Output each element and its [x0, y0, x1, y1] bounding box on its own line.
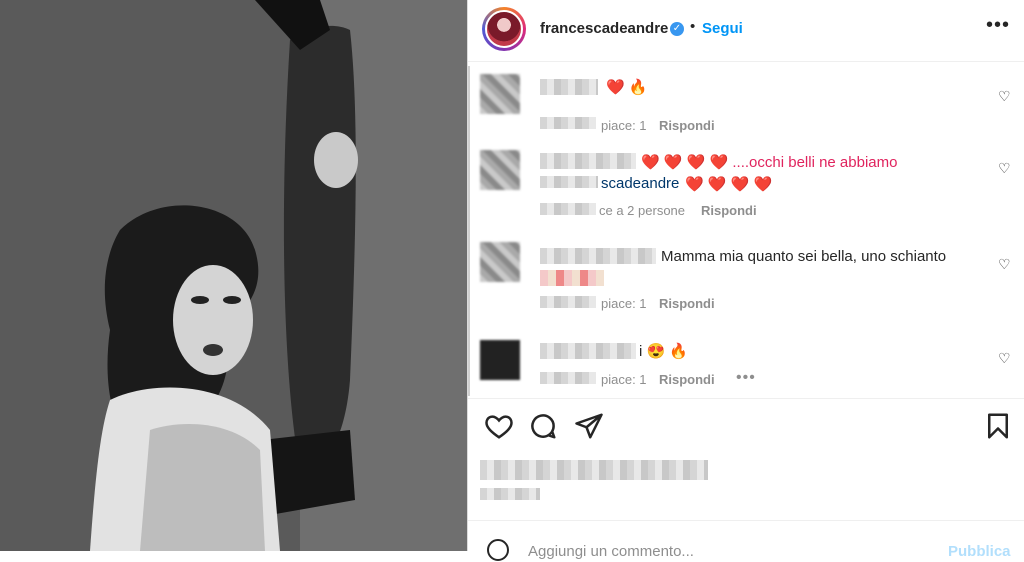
comments-list[interactable]: ❤️ 🔥 piace: 1 Rispondi ♡ ❤️ ❤️ ❤️ ❤️ ...… [468, 62, 1024, 398]
comment-text: ❤️ 🔥 [606, 79, 648, 96]
comment-likes[interactable]: piace: 1 [601, 372, 647, 387]
blurred-timestamp [540, 296, 596, 308]
comment-like-icon[interactable]: ♡ [998, 256, 1011, 273]
post-photo [0, 0, 467, 551]
save-icon[interactable] [983, 411, 1013, 441]
reply-button[interactable]: Rispondi [659, 118, 715, 133]
comment-icon[interactable] [528, 411, 558, 441]
more-options-icon[interactable]: ••• [986, 14, 1010, 37]
comment-more-icon[interactable]: ••• [736, 369, 756, 387]
follow-button[interactable]: Segui [702, 20, 743, 37]
post-side-panel: francescadeandre ✓ • Segui ••• ❤️ 🔥 piac… [467, 0, 1024, 561]
profile-avatar[interactable] [482, 7, 526, 51]
comment-like-icon[interactable]: ♡ [998, 160, 1011, 177]
comment-emoji: ❤️ ❤️ ❤️ ❤️ ....occhi belli ne abbiamo [641, 154, 898, 171]
comment-avatar[interactable] [480, 150, 520, 190]
blurred-timestamp [540, 203, 596, 215]
blurred-timestamp [540, 117, 596, 129]
comment-like-icon[interactable]: ♡ [998, 350, 1011, 367]
comment-like-icon[interactable]: ♡ [998, 88, 1011, 105]
post-header: francescadeandre ✓ • Segui ••• [468, 0, 1024, 62]
comment-likes[interactable]: piace: 1 [601, 118, 647, 133]
comment-mention[interactable]: scadeandre [601, 175, 679, 192]
comment-text: Mamma mia quanto sei bella, uno schianto [661, 248, 947, 265]
blurred-emoji [540, 270, 604, 286]
profile-username[interactable]: francescadeandre [540, 20, 668, 37]
separator-dot: • [690, 18, 696, 35]
blurred-username [540, 79, 598, 95]
blurred-mention [540, 176, 598, 188]
add-comment-bar: Aggiungi un commento... Pubblica [468, 520, 1024, 561]
like-icon[interactable] [484, 411, 514, 441]
comment-avatar[interactable] [480, 242, 520, 282]
verified-badge-icon: ✓ [670, 22, 684, 36]
reply-button[interactable]: Rispondi [659, 296, 715, 311]
comment-text: i 😍 🔥 [639, 343, 689, 360]
reply-button[interactable]: Rispondi [659, 372, 715, 387]
comment-likes[interactable]: piace: 1 [601, 296, 647, 311]
blurred-username [540, 343, 636, 359]
blurred-date [480, 488, 540, 500]
blurred-timestamp [540, 372, 596, 384]
blurred-username [540, 153, 636, 169]
comment-avatar[interactable] [480, 340, 520, 380]
blurred-username [540, 248, 656, 264]
emoji-picker-icon[interactable] [486, 538, 510, 562]
blurred-likes [480, 460, 708, 480]
comment-emoji: ❤️ ❤️ ❤️ ❤️ [685, 176, 773, 193]
add-comment-input[interactable]: Aggiungi un commento... [528, 543, 694, 560]
reply-button[interactable]: Rispondi [701, 203, 757, 218]
comment-text: ❤️ ❤️ ❤️ ❤️ ....occhi belli ne abbiamo [641, 153, 897, 171]
comment-avatar[interactable] [480, 74, 520, 114]
comment-likes[interactable]: ce a 2 persone [599, 203, 685, 218]
publish-button[interactable]: Pubblica [948, 543, 1011, 560]
share-icon[interactable] [574, 411, 604, 441]
post-actions [468, 398, 1024, 455]
comments-scrollbar[interactable] [468, 66, 470, 396]
